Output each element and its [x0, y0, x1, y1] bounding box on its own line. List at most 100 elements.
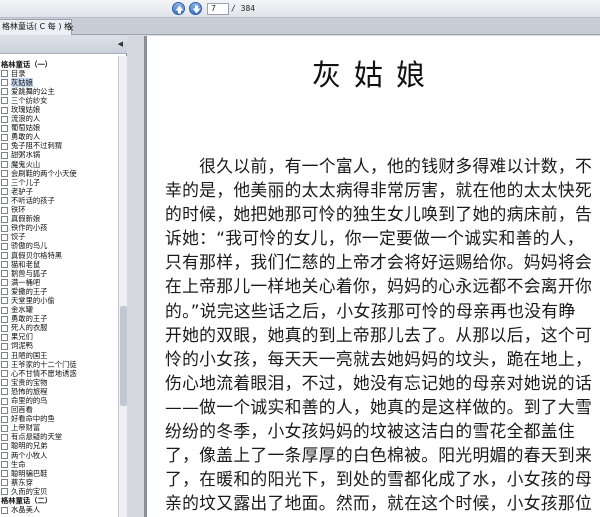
page-icon [1, 452, 8, 460]
bookmark-item[interactable]: 甜粥水锅 [0, 151, 118, 160]
bookmark-item[interactable]: 真假新娘 [0, 215, 118, 224]
page-icon [1, 397, 8, 405]
text-line: 伤心地流着眼泪，不过，她没有忘记她的母亲对她说的话 [165, 372, 593, 393]
bookmark-item[interactable]: 三个纺纱女 [0, 96, 118, 105]
page-icon [1, 461, 8, 469]
bookmark-item[interactable]: 果兄们 [0, 333, 118, 342]
bookmark-item[interactable]: 会刷鞋的两个小天使 [0, 169, 118, 178]
bookmark-label: 丑陋的国王 [11, 351, 48, 360]
bookmark-item[interactable]: 爱跳舞的公主 [0, 87, 118, 96]
close-tab-icon[interactable]: × [67, 24, 75, 34]
scrollbar-thumb[interactable] [120, 306, 127, 406]
sidebar-scrollbar[interactable] [118, 56, 127, 517]
bookmark-item[interactable]: 勇敢的王子 [0, 315, 118, 324]
bookmark-item[interactable]: 饺子 [0, 233, 118, 242]
page-icon [1, 433, 8, 441]
bookmark-item[interactable]: 宝贵的宝物 [0, 378, 118, 387]
page-icon [1, 342, 8, 350]
bookmark-item[interactable]: 王爷家的十二个门徒 [0, 360, 118, 369]
bookmark-item[interactable]: 鹅兽与狐子 [0, 269, 118, 278]
bookmark-label: 有点悬疑的天堂 [11, 432, 63, 442]
page-icon [1, 179, 8, 187]
story-text: 很久以前，有一个富人，他的钱财多得难以计数，不 幸的是，他美丽的太太病得非常厉害，… [165, 153, 595, 514]
bookmarks-sidebar: ◀ 格林童话（一） 目录 灰姑娘 爱跳舞的公主 三个纺纱女 玫瑰姑娘 流浪的人 葡萄姑娘 勇敢的… [0, 36, 127, 517]
bookmark-label: 水晶美人 [11, 505, 41, 515]
pane-splitter[interactable] [127, 36, 144, 517]
bookmark-item[interactable]: 葡萄姑娘 [0, 124, 118, 133]
bookmark-item[interactable]: 勇敢的人 [0, 133, 118, 142]
bookmark-item[interactable]: 满一桶吧 [0, 278, 118, 287]
bookmark-label: 久而的宝贝 [11, 487, 48, 496]
bookmark-label: 不听话的孩子 [11, 196, 55, 205]
bookmark-item[interactable]: 铁环 [0, 206, 118, 215]
bookmark-label: 会刷鞋的两个小天使 [11, 169, 77, 178]
page-icon [1, 488, 8, 496]
previous-page-button[interactable] [172, 2, 185, 15]
bookmark-item[interactable]: 丑陋的国王 [0, 351, 118, 360]
page-icon [1, 188, 8, 196]
bookmark-item[interactable]: 久而的宝贝 [0, 487, 118, 496]
page-icon [1, 315, 8, 323]
page-icon [1, 106, 8, 114]
bookmark-item[interactable]: 回首看 [0, 406, 118, 415]
bookmark-item[interactable]: 死人的衣服 [0, 324, 118, 333]
bookmark-item[interactable]: 玫瑰姑娘 [0, 105, 118, 114]
text-line: 很久以前，有一个富人，他的钱财多得难以计数，不 [165, 156, 593, 176]
text-line: 的。”说完这些话之后，小女孩那可怜的母亲再也没有睁 [165, 300, 576, 321]
bookmark-item[interactable]: 有点悬疑的天堂 [0, 433, 118, 442]
bookmark-label: 聪明的兄弟 [11, 441, 48, 451]
bookmark-label: 满一桶吧 [11, 278, 41, 287]
bookmark-item[interactable]: 爱撒的王子 [0, 287, 118, 296]
bookmark-item[interactable]: 兔子阻不过刺猬 [0, 142, 118, 151]
text-line: 亲的坟又露出了地面。然而，就在这个时候，小女孩那位 [165, 493, 593, 514]
bookmark-item[interactable]: 恐怖的旅程 [0, 387, 118, 396]
bookmark-item[interactable]: 命里的的鸟 [0, 396, 118, 405]
bookmark-item[interactable]: 灰姑娘 [0, 78, 118, 88]
collapse-sidebar-icon[interactable]: ◀ [118, 40, 123, 48]
bookmark-item[interactable]: 聪明骗巴鞋 [0, 469, 118, 478]
bookmark-label: 饲泥鸭 [11, 341, 33, 351]
bookmark-item[interactable]: 猫和老鼠 [0, 260, 118, 269]
bookmark-item[interactable]: 魔鬼火山 [0, 160, 118, 169]
bookmark-item[interactable]: 铁作的小孩 [0, 224, 118, 233]
bookmark-item[interactable]: 天堂里的小偷 [0, 296, 118, 305]
bookmark-item[interactable]: 好看命中的鱼 [0, 415, 118, 424]
page-number-input[interactable]: 7 [207, 3, 229, 15]
page-title: 灰姑娘 [311, 58, 438, 92]
bookmark-item[interactable]: 真假贝尔格特黑 [0, 251, 118, 260]
text-line: 的时候，她把她那可怜的独生女儿唤到了她的病床前，告 [165, 204, 593, 225]
bookmark-item[interactable]: 聪明的兄弟 [0, 442, 118, 451]
page-icon [1, 388, 8, 396]
bookmark-item[interactable]: 饲泥鸭 [0, 342, 118, 351]
bookmark-item[interactable]: 流浪的人 [0, 115, 118, 124]
bookmark-item[interactable]: 心不甘情不愿地诱惑 [0, 369, 118, 378]
page-icon [1, 124, 8, 132]
bookmark-item[interactable]: 蔡东穿 [0, 478, 118, 487]
bookmark-item[interactable]: 水晶美人 [0, 506, 118, 515]
bookmark-item[interactable]: 骄傲的鸟儿 [0, 242, 118, 251]
bookmark-group[interactable]: 格林童话（二） [0, 497, 118, 506]
bookmark-item[interactable]: 三个儿子 [0, 178, 118, 187]
bookmark-label: 聪明骗巴鞋 [11, 469, 48, 478]
bookmark-item[interactable]: 两个小牧人 [0, 451, 118, 460]
bookmark-group[interactable]: 格林童话（一） [0, 60, 118, 69]
bookmark-label: 铁作的小孩 [11, 223, 48, 233]
bookmark-item[interactable]: 不听话的孩子 [0, 196, 118, 205]
bookmark-item[interactable]: 生命 [0, 460, 118, 469]
page-icon [1, 506, 8, 514]
bookmark-label: 王爷家的十二个门徒 [11, 360, 77, 369]
bookmark-label: 勇敢的王子 [11, 314, 48, 324]
bookmark-label: 宝贵的宝物 [11, 378, 48, 387]
bookmark-item[interactable]: 金水罐 [0, 306, 118, 315]
next-page-button[interactable] [189, 2, 202, 15]
bookmark-item[interactable]: 目录 [0, 69, 118, 78]
page-icon [1, 161, 8, 169]
bookmark-label: 生命 [11, 460, 26, 469]
text-line: 了，在暖和的阳光下，到处的雪都化成了水，小女孩的母 [165, 469, 593, 490]
bookmark-item[interactable]: 老驴子 [0, 187, 118, 196]
bookmark-label: 真假贝尔格特黑 [11, 250, 63, 260]
page-icon [1, 370, 8, 378]
document-tab[interactable]: 格林童话( C 每 ) 格... [0, 19, 72, 35]
bookmark-item[interactable]: 上帝财富 [0, 424, 118, 433]
page-icon [1, 379, 8, 387]
